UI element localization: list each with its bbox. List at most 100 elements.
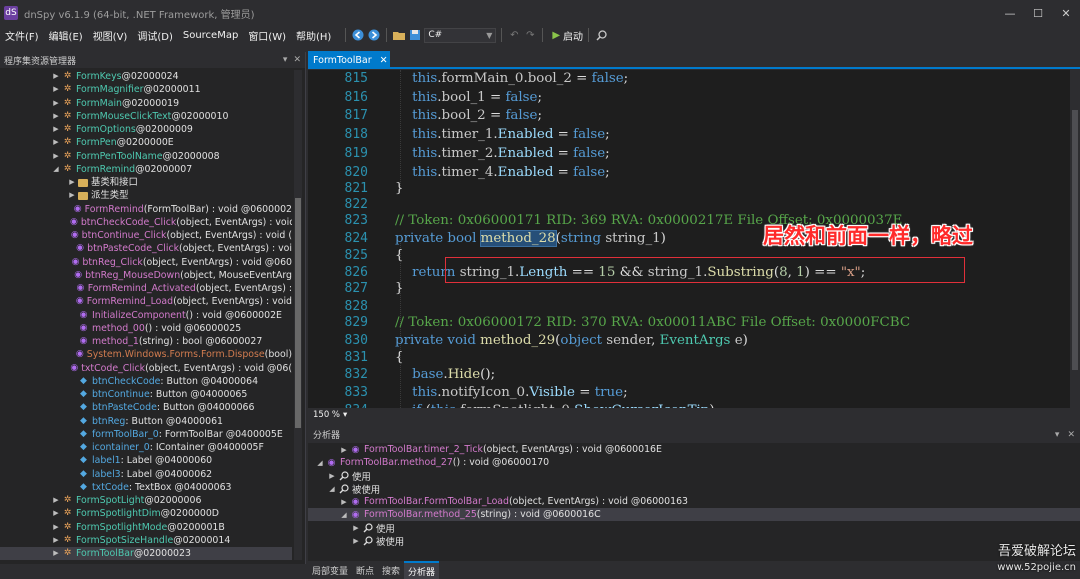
tree-item[interactable]: ▶ ✲ FormToolBar @02000023 <box>0 547 292 561</box>
tree-item[interactable]: ◉ btnCheckCode_Click (object, EventArgs) :… <box>0 216 292 229</box>
analyzer-item[interactable]: ▶ 使用 <box>308 469 1080 483</box>
expand-arrow-icon[interactable]: ▶ <box>68 189 76 202</box>
open-folder-icon[interactable] <box>392 28 406 42</box>
code-editor[interactable]: 815 816 817 818 819 820 821 822 823 824 825 826 827 8… <box>308 70 1080 408</box>
expand-arrow-icon[interactable]: ▶ <box>52 136 60 149</box>
expand-arrow-icon[interactable]: ▶ <box>52 150 60 163</box>
collapse-arrow-icon[interactable]: ◢ <box>328 485 336 493</box>
redo-icon[interactable]: ↷ <box>523 28 537 42</box>
analyzer-item[interactable]: ◢ 被使用 <box>308 482 1080 496</box>
expand-arrow-icon[interactable]: ▶ <box>328 472 336 480</box>
start-button[interactable]: ▶ 启动 <box>552 28 583 43</box>
menu-sourcemap[interactable]: SourceMap <box>178 30 243 41</box>
tree-item[interactable]: ◉ FormRemind_Load (object, EventArgs) : vo… <box>0 295 292 308</box>
analyzer-item[interactable]: ▶ ◉ FormToolBar.timer_2_Tick (object, Event… <box>308 443 1080 456</box>
expand-arrow-icon[interactable]: ▶ <box>52 123 60 136</box>
expand-arrow-icon[interactable]: ▶ <box>352 524 360 532</box>
menu-edit[interactable]: 编辑(E) <box>44 28 88 43</box>
tree-item[interactable]: ◢ ✲ FormRemind @02000007 <box>0 163 292 176</box>
panel-close-icon[interactable]: ✕ <box>1067 430 1075 440</box>
scrollbar-thumb[interactable] <box>295 198 301 428</box>
tree-item[interactable]: ▶ ✲ FormSpotLight @02000006 <box>0 494 292 507</box>
expand-arrow-icon[interactable]: ▶ <box>52 70 60 83</box>
scrollbar-thumb[interactable] <box>1072 110 1078 370</box>
tab-formtoolbar[interactable]: FormToolBar ✕ <box>308 51 390 69</box>
zoom-control[interactable]: 150 % ▾ <box>308 410 347 420</box>
expand-arrow-icon[interactable]: ▶ <box>340 446 348 454</box>
tree-item[interactable]: ◆ icontainer_0 : IContainer @0400005F <box>0 441 292 454</box>
analyzer-item[interactable]: ▶ 被使用 <box>308 534 1080 548</box>
expand-arrow-icon[interactable]: ▶ <box>68 176 76 189</box>
tab-search[interactable]: 搜索 <box>378 561 404 579</box>
collapse-arrow-icon[interactable]: ◢ <box>340 511 348 519</box>
tree-item[interactable]: ◉ btnReg_MouseDown (object, MouseEventArg <box>0 269 292 282</box>
tree-item[interactable]: ▶ ✲ FormMain @02000019 <box>0 97 292 110</box>
panel-menu-icon[interactable]: ▾ <box>1055 430 1060 440</box>
maximize-button[interactable]: ☐ <box>1024 0 1052 26</box>
tree-item[interactable]: ◉ FormRemind (FormToolBar) : void @0600002 <box>0 203 292 216</box>
close-button[interactable]: ✕ <box>1052 0 1080 26</box>
tree-item[interactable]: ▶ ✲ FormOptions @02000009 <box>0 123 292 136</box>
close-icon[interactable]: ✕ <box>380 55 388 66</box>
expand-arrow-icon[interactable]: ▶ <box>52 110 60 123</box>
expand-arrow-icon[interactable]: ▶ <box>52 534 60 547</box>
forward-icon[interactable] <box>367 28 381 42</box>
panel-close-icon[interactable]: ✕ <box>293 55 301 65</box>
panel-menu-icon[interactable]: ▾ <box>283 55 288 65</box>
search-icon[interactable] <box>594 28 608 42</box>
expand-arrow-icon[interactable]: ▶ <box>52 507 60 520</box>
tree-item[interactable]: ▶ 基类和接口 <box>0 176 292 189</box>
tree-item[interactable]: ◉ method_00() : void @06000025 <box>0 322 292 335</box>
expand-arrow-icon[interactable]: ▶ <box>352 537 360 545</box>
save-all-icon[interactable] <box>408 28 422 42</box>
tree-item[interactable]: ▶ ✲ FormSpotlightMode @0200001B <box>0 521 292 534</box>
tree-item[interactable]: ◆ label1 : Label @04000060 <box>0 454 292 467</box>
tree-item[interactable]: ◆ formToolBar_0 : FormToolBar @0400005E <box>0 428 292 441</box>
expand-arrow-icon[interactable]: ▶ <box>340 498 348 506</box>
expand-arrow-icon[interactable]: ▶ <box>52 521 60 534</box>
tree-item[interactable]: ▶ ✲ FormPenToolName @02000008 <box>0 150 292 163</box>
collapse-arrow-icon[interactable]: ◢ <box>52 163 60 176</box>
expand-arrow-icon[interactable]: ▶ <box>52 83 60 96</box>
tree-item[interactable]: ◉ btnPasteCode_Click (object, EventArgs) :… <box>0 242 292 255</box>
collapse-arrow-icon[interactable]: ◢ <box>316 459 324 467</box>
tree-item[interactable]: ▶ 派生类型 <box>0 189 292 202</box>
tab-locals[interactable]: 局部变量 <box>308 561 352 579</box>
undo-icon[interactable]: ↶ <box>507 28 521 42</box>
tree-item[interactable]: ▶ ✲ FormSpotlightDim @0200000D <box>0 507 292 520</box>
tree-item[interactable]: ◆ btnPasteCode : Button @04000066 <box>0 401 292 414</box>
tree-item[interactable]: ◉ txtCode_Click (object, EventArgs) : void… <box>0 362 292 375</box>
language-select[interactable]: C# ▼ <box>424 27 497 43</box>
minimize-button[interactable]: — <box>996 0 1024 26</box>
tree-item[interactable]: ◆ btnReg : Button @04000061 <box>0 415 292 428</box>
tree-item[interactable]: ◉ btnContinue_Click (object, EventArgs) : … <box>0 229 292 242</box>
tree-scrollbar[interactable] <box>294 70 302 560</box>
menu-help[interactable]: 帮助(H) <box>291 28 336 43</box>
expand-arrow-icon[interactable]: ▶ <box>52 547 60 560</box>
menu-window[interactable]: 窗口(W) <box>243 28 291 43</box>
analyzer-item[interactable]: ◢ ◉ FormToolBar.method_25 (string) : void @… <box>308 508 1080 521</box>
tree-item[interactable]: ◆ btnContinue : Button @04000065 <box>0 388 292 401</box>
tree-item[interactable]: ◆ btnCheckCode : Button @04000064 <box>0 375 292 388</box>
tab-analyzer[interactable]: 分析器 <box>404 561 440 579</box>
tree-item[interactable]: ▶ ✲ FormMouseClickText @02000010 <box>0 110 292 123</box>
tab-breakpoints[interactable]: 断点 <box>352 561 378 579</box>
tree-item[interactable]: ▶ ✲ FormMagnifier @02000011 <box>0 83 292 96</box>
tree-item[interactable]: ▶ ✲ FormKeys @02000024 <box>0 70 292 83</box>
editor-scrollbar[interactable] <box>1070 70 1080 408</box>
menu-view[interactable]: 视图(V) <box>88 28 133 43</box>
tree-item[interactable]: ◆ label3 : Label @04000062 <box>0 468 292 481</box>
tree-item[interactable]: ◉ InitializeComponent() : void @0600002E <box>0 309 292 322</box>
analyzer-item[interactable]: ▶ 使用 <box>308 521 1080 535</box>
expand-arrow-icon[interactable]: ▶ <box>52 97 60 110</box>
tree-item[interactable]: ◉ btnReg_Click (object, EventArgs) : void … <box>0 256 292 269</box>
tree-item[interactable]: ◉ method_1 (string) : bool @06000027 <box>0 335 292 348</box>
analyzer-item[interactable]: ▶ ◉ FormToolBar.FormToolBar_Load (object, E… <box>308 495 1080 508</box>
expand-arrow-icon[interactable]: ▶ <box>52 494 60 507</box>
tree-item[interactable]: ◉ FormRemind_Activated (object, EventArgs)… <box>0 282 292 295</box>
menu-file[interactable]: 文件(F) <box>0 28 44 43</box>
back-icon[interactable] <box>351 28 365 42</box>
tree-item[interactable]: ▶ ✲ FormSpotSizeHandle @02000014 <box>0 534 292 547</box>
menu-debug[interactable]: 调试(D) <box>132 28 178 43</box>
tree-item[interactable]: ◉ System.Windows.Forms.Form.Dispose (bool) <box>0 348 292 361</box>
